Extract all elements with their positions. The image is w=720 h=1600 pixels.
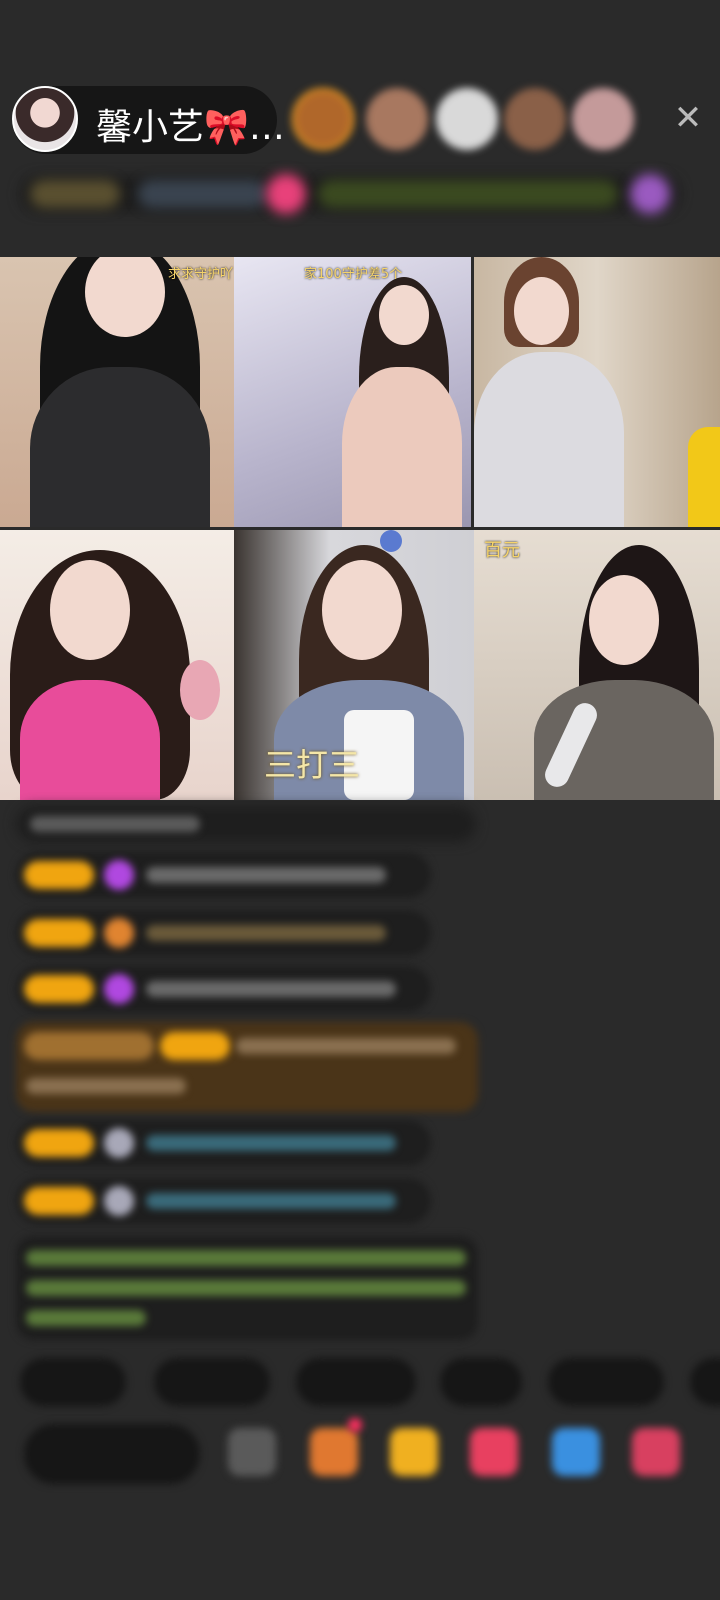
- quick-reply-button[interactable]: [690, 1358, 720, 1406]
- tile-caption: 百元: [484, 540, 520, 561]
- level-badge: [24, 975, 94, 1003]
- gift-icon[interactable]: [390, 1428, 438, 1476]
- tile-caption: 求求守护吖: [168, 267, 234, 282]
- host-avatar[interactable]: [12, 86, 78, 152]
- video-tile[interactable]: [474, 257, 720, 527]
- quick-reply-button[interactable]: [296, 1358, 416, 1406]
- video-tile[interactable]: [0, 530, 237, 800]
- heart-icon[interactable]: [470, 1428, 518, 1476]
- chat-text: [146, 1135, 396, 1151]
- avatar: [104, 1128, 134, 1158]
- chat-text: [30, 816, 200, 832]
- level-badge: [24, 861, 94, 889]
- chat-text: [146, 1193, 396, 1209]
- chat-text: [146, 925, 386, 941]
- notice-text: [26, 1310, 146, 1326]
- chat-text: [146, 981, 396, 997]
- event-icon[interactable]: [630, 174, 670, 214]
- close-icon[interactable]: ✕: [672, 101, 704, 135]
- chat-text: [26, 1078, 186, 1094]
- level-badge: [24, 1032, 154, 1060]
- fans-chip[interactable]: [138, 180, 268, 208]
- video-tile[interactable]: 家100守护差5个: [234, 257, 471, 527]
- host-name: 馨小艺🎀…: [96, 107, 285, 148]
- overlay-text: 三打三: [264, 746, 361, 784]
- viewer-avatar[interactable]: [366, 88, 428, 150]
- notice-text: [26, 1250, 466, 1266]
- level-badge: [24, 1187, 94, 1215]
- viewer-avatar[interactable]: [504, 88, 566, 150]
- task-chip[interactable]: [318, 180, 618, 208]
- notification-dot: [348, 1418, 362, 1432]
- diamond-icon: [104, 860, 134, 890]
- diamond-icon: [104, 974, 134, 1004]
- avatar: [104, 1186, 134, 1216]
- tile-caption: 家100守护差5个: [304, 267, 403, 282]
- chat-text: [146, 867, 386, 883]
- more-icon[interactable]: [632, 1428, 680, 1476]
- quick-reply-button[interactable]: [548, 1358, 664, 1406]
- quick-reply-button[interactable]: [20, 1358, 126, 1406]
- quick-reply-button[interactable]: [440, 1358, 522, 1406]
- video-tile[interactable]: 三打三: [234, 530, 474, 800]
- menu-icon[interactable]: [228, 1428, 276, 1476]
- fan-icon: [104, 918, 134, 948]
- level-badge: [160, 1032, 230, 1060]
- viewer-avatar[interactable]: [572, 88, 634, 150]
- bag-icon[interactable]: [310, 1428, 358, 1476]
- quick-reply-button[interactable]: [154, 1358, 270, 1406]
- gift-icon[interactable]: [266, 174, 306, 214]
- comment-input[interactable]: [24, 1424, 200, 1484]
- notice-text: [26, 1280, 466, 1296]
- video-tile[interactable]: 求求守护吖: [0, 257, 237, 527]
- level-badge: [24, 919, 94, 947]
- chat-icon[interactable]: [552, 1428, 600, 1476]
- level-badge: [24, 1129, 94, 1157]
- chat-text: [236, 1038, 456, 1054]
- video-tile[interactable]: 百元: [474, 530, 720, 800]
- rank-chip[interactable]: [30, 180, 120, 208]
- viewer-avatar[interactable]: [436, 88, 498, 150]
- viewer-avatar[interactable]: [292, 88, 354, 150]
